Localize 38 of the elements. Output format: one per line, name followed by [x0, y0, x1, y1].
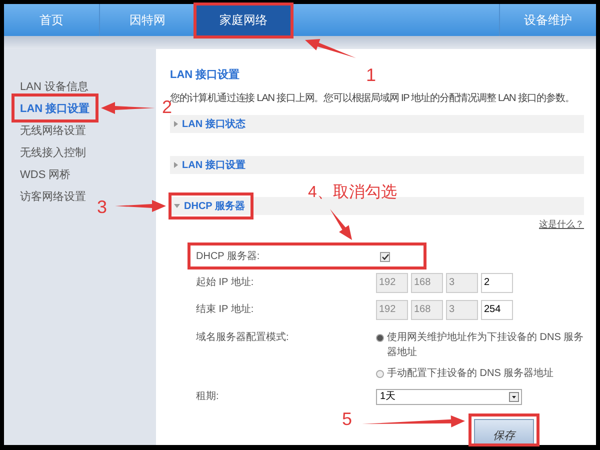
nav-tab[interactable]: 家庭网络 — [196, 4, 292, 36]
caret-right-icon — [174, 121, 178, 127]
help-link[interactable]: 这是什么？ — [539, 218, 584, 232]
dhcp-checkbox[interactable] — [380, 252, 390, 262]
sidebar-item[interactable]: WDS 网桥 — [20, 167, 71, 183]
save-button[interactable]: 保存 — [474, 418, 534, 444]
field-label: 起始 IP 地址: — [196, 277, 254, 288]
highlight-box — [468, 414, 540, 446]
field-label: 租期: — [196, 391, 219, 402]
annotation-label: 1 — [366, 66, 376, 84]
section-header[interactable]: LAN 接口设置 — [170, 156, 584, 174]
annotation-label: 2 — [162, 98, 172, 116]
nav-tab[interactable]: 设备维护 — [500, 4, 596, 36]
caret-down-icon — [174, 204, 180, 208]
arrow — [330, 209, 352, 240]
field-label: 域名服务器配置模式: — [196, 332, 289, 342]
sidebar-item[interactable]: 访客网络设置 — [20, 189, 86, 205]
sidebar-item[interactable]: LAN 接口设置 — [20, 101, 90, 117]
radio-label: 手动配置下挂设备的 DNS 服务器地址 — [387, 366, 554, 380]
section-header[interactable]: LAN 接口状态 — [170, 115, 584, 133]
caret-right-icon — [174, 162, 178, 168]
arrow — [305, 39, 356, 58]
field-label: DHCP 服务器: — [196, 251, 260, 262]
lease-select[interactable]: 1天 — [376, 388, 522, 404]
page-description: 您的计算机通过连接 LAN 接口上网。您可以根据局域网 IP 地址的分配情况调整 LAN 接口的参数。 — [170, 92, 574, 104]
check-icon — [382, 254, 388, 260]
annotation-label: 3 — [97, 198, 108, 216]
radio-button[interactable] — [376, 334, 384, 342]
ip-field[interactable]: 254 — [481, 300, 513, 320]
field-label: 结束 IP 地址: — [196, 304, 254, 315]
radio-button[interactable] — [376, 370, 384, 378]
annotation-label: 5 — [342, 410, 352, 428]
sidebar-item[interactable]: 无线网络设置 — [20, 123, 86, 139]
radio-label: 使用网关维护地址作为下挂设备的 DNS 服务器地址 — [387, 330, 584, 360]
page-title: LAN 接口设置 — [170, 68, 240, 83]
ip-field[interactable]: 2 — [481, 272, 513, 292]
sidebar-item[interactable]: LAN 设备信息 — [20, 79, 88, 95]
sidebar-item[interactable]: 无线接入控制 — [20, 145, 86, 161]
